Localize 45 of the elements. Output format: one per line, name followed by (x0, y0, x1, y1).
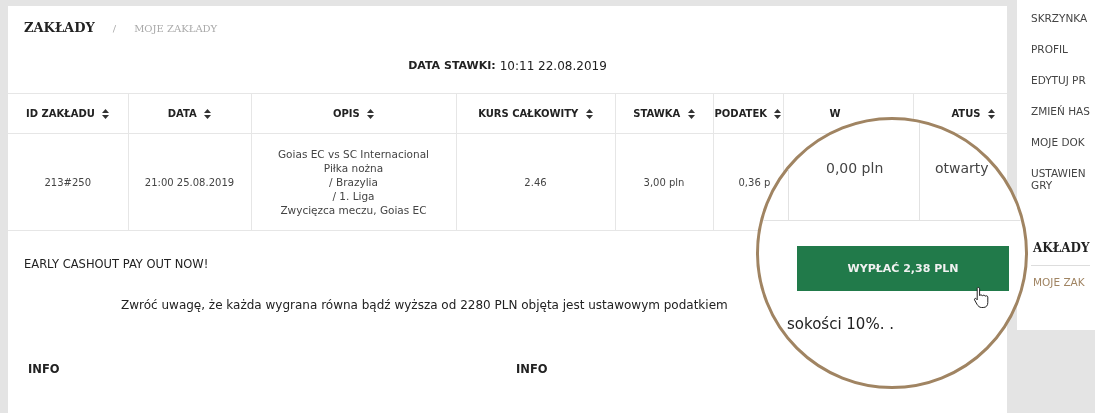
description-line: / Brazylia (329, 175, 378, 189)
sidebar-link[interactable]: PROFIL (1031, 43, 1068, 55)
sort-icon[interactable] (367, 109, 375, 119)
sidebar-link[interactable]: MOJE ZAK (1031, 276, 1085, 288)
winnings-value: 0,00 pln (826, 160, 884, 176)
sidebar-section-title: AKŁADY (1031, 241, 1090, 266)
sidebar-link[interactable]: EDYTUJ PR (1031, 74, 1086, 86)
status-value: otwarty (935, 160, 989, 176)
hand-cursor-icon (973, 286, 991, 308)
description-line: Goias EC vs SC Internacional (277, 147, 430, 161)
sort-icon[interactable] (585, 109, 593, 119)
sort-icon[interactable] (204, 109, 212, 119)
info-heading: INFO (28, 362, 61, 376)
description-line: Zwycięzca meczu, Goias EC (280, 203, 427, 217)
column-header[interactable]: KURS CAŁKOWITY (478, 108, 579, 119)
bet-date-label: DATA STAWKI: (408, 59, 496, 73)
column-header[interactable]: ATUS (951, 108, 981, 119)
table-cell: 213#250 (44, 176, 92, 188)
column-header[interactable]: OPIS (332, 108, 360, 119)
table-cell: 3,00 pln (643, 176, 685, 188)
column-header[interactable]: DATA (167, 108, 197, 119)
sort-icon[interactable] (102, 109, 110, 119)
column-header[interactable]: ID ZAKŁADU (26, 108, 95, 119)
breadcrumb-item[interactable]: ZAKŁADY (24, 20, 95, 35)
sort-icon[interactable] (988, 109, 995, 119)
column-header[interactable]: STAWKA (633, 108, 681, 119)
table-cell: 21:00 25.08.2019 (144, 176, 235, 188)
sort-icon[interactable] (687, 109, 695, 119)
column-header[interactable]: W (829, 108, 841, 119)
cashout-title: EARLY CASHOUT PAY OUT NOW! (24, 257, 209, 271)
bet-date-value: 10:11 22.08.2019 (499, 59, 607, 73)
sidebar-link[interactable]: USTAWIEN GRY (1031, 167, 1093, 191)
table-cell: 2.46 (524, 176, 547, 188)
sort-icon[interactable] (774, 109, 782, 119)
description-line: Piłka nożna (323, 161, 384, 175)
payout-button[interactable]: WYPŁAĆ 2,38 PLN (797, 246, 1009, 291)
sidebar-link[interactable]: SKRZYNKA (1031, 12, 1088, 24)
description-line: / 1. Liga (332, 189, 375, 203)
tax-notice-magnified: sokości 10%. . (787, 315, 894, 333)
breadcrumb-separator: / (112, 23, 117, 34)
table-cell: 0,36 p (738, 176, 771, 188)
sidebar-link[interactable]: ZMIEŃ HAS (1031, 105, 1090, 117)
sidebar-link[interactable]: MOJE DOK (1031, 136, 1085, 148)
info-heading: INFO (516, 362, 549, 376)
tax-notice: Zwróć uwagę, że każda wygrana równa bądź wyższa od 2280 PLN objęta jest ustawowym podatkiem (121, 298, 728, 312)
